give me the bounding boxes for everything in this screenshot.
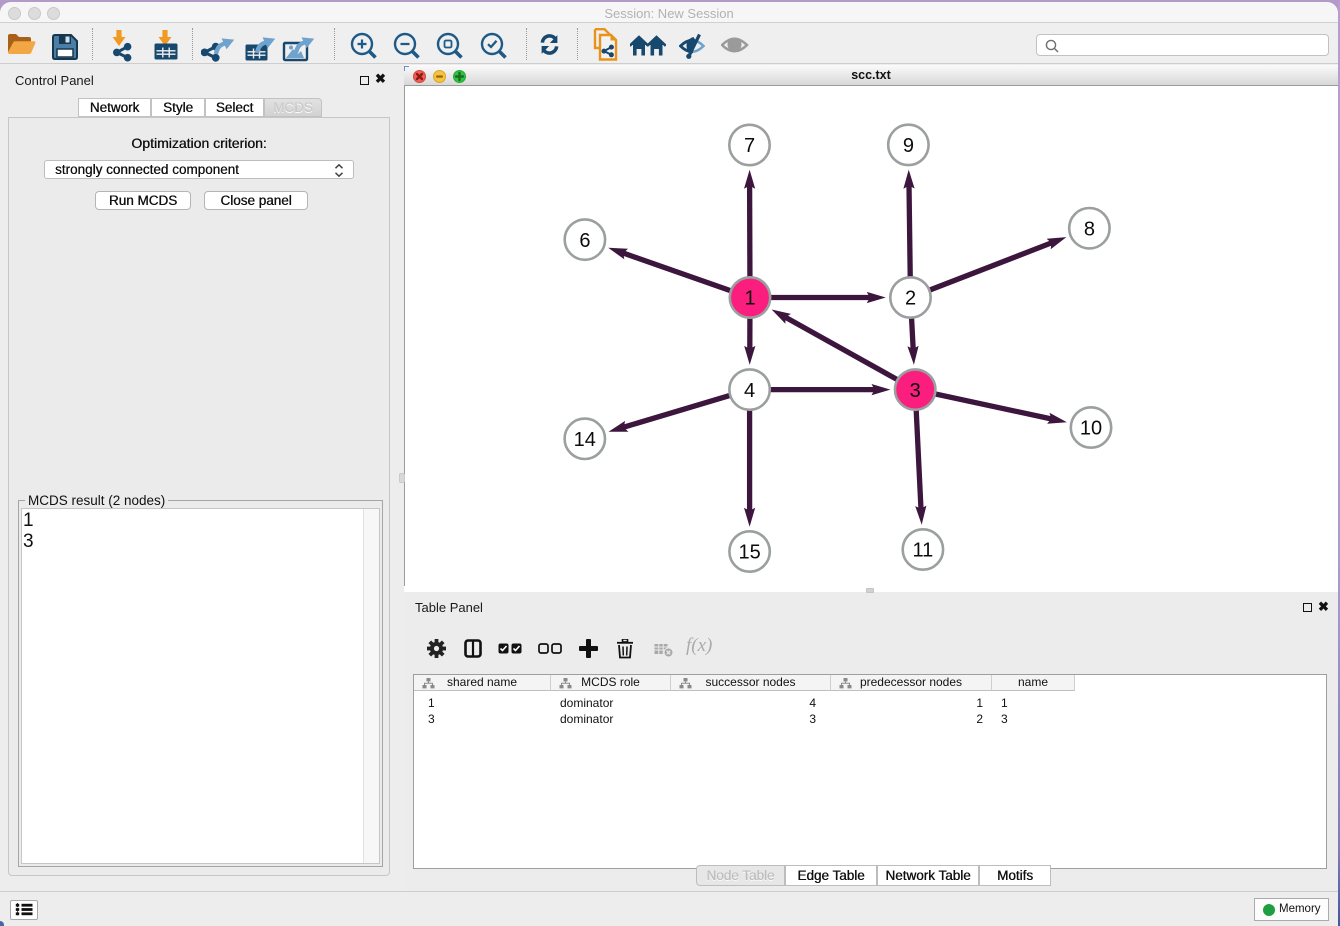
svg-text:4: 4 xyxy=(744,380,755,402)
svg-text:1: 1 xyxy=(744,288,755,310)
svg-text:6: 6 xyxy=(579,230,590,252)
svg-text:15: 15 xyxy=(738,542,760,564)
svg-text:10: 10 xyxy=(1080,418,1102,440)
svg-text:2: 2 xyxy=(905,288,916,310)
svg-text:11: 11 xyxy=(913,540,934,562)
svg-text:7: 7 xyxy=(744,135,755,157)
svg-text:3: 3 xyxy=(910,380,921,402)
svg-text:8: 8 xyxy=(1084,218,1095,240)
svg-text:14: 14 xyxy=(574,429,596,451)
svg-text:9: 9 xyxy=(903,135,914,157)
